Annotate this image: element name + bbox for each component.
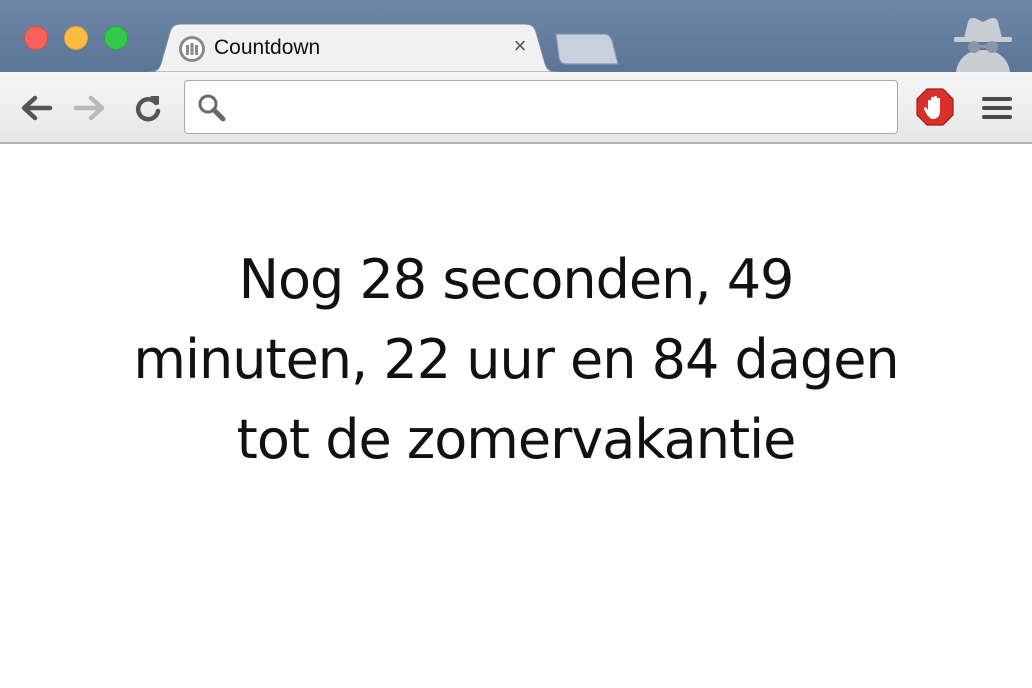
back-arrow-icon[interactable] <box>18 92 54 124</box>
browser-toolbar <box>0 72 1032 144</box>
zoom-window-button[interactable] <box>104 26 128 50</box>
address-input[interactable] <box>233 91 887 125</box>
minimize-window-button[interactable] <box>64 26 88 50</box>
search-icon <box>198 94 226 122</box>
incognito-spy-icon <box>954 18 1012 72</box>
countdown-favicon-icon <box>179 36 205 62</box>
tab-countdown[interactable]: Countdown × <box>148 24 558 72</box>
countdown-line: Nog 28 seconden, 49 <box>238 248 795 311</box>
title-bar: Countdown × <box>0 0 1032 72</box>
forward-arrow-icon[interactable] <box>72 92 108 124</box>
reload-icon[interactable] <box>130 92 166 124</box>
browser-window: Countdown × Nog 28 seconden, 49 minuten,… <box>0 0 1032 688</box>
tab-background <box>148 24 558 72</box>
new-tab-button[interactable] <box>552 32 620 66</box>
close-window-button[interactable] <box>24 26 48 50</box>
tab-title: Countdown <box>214 36 321 59</box>
address-bar[interactable] <box>184 80 898 134</box>
page-content: Nog 28 seconden, 49 minuten, 22 uur en 8… <box>0 144 1032 688</box>
countdown-line: tot de zomervakantie <box>236 408 797 471</box>
adblock-hand-icon[interactable] <box>916 88 954 126</box>
tab-close-icon[interactable]: × <box>508 34 532 58</box>
hamburger-menu-icon[interactable] <box>980 92 1014 124</box>
countdown-text: Nog 28 seconden, 49 minuten, 22 uur en 8… <box>96 240 936 480</box>
countdown-line: minuten, 22 uur en 84 dagen <box>133 328 899 391</box>
